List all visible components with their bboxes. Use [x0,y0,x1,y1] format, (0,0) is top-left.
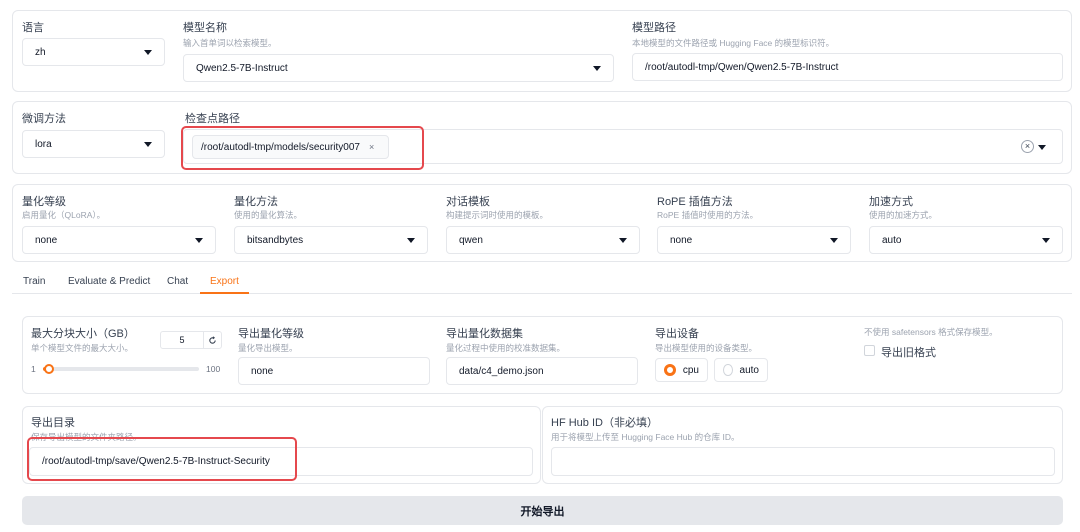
device-option-auto: auto [739,364,759,376]
quant-method-dropdown[interactable]: bitsandbytes [234,226,428,254]
shard-size-number[interactable]: 5 [160,331,222,349]
quant-method-hint: 使用的量化算法。 [234,210,303,220]
chevron-down-icon [144,49,152,55]
export-legacy-hint: 不使用 safetensors 格式保存模型。 [864,327,998,337]
quant-bit-label: 量化等级 [22,196,66,208]
export-legacy-label: 导出旧格式 [881,347,936,359]
booster-dropdown[interactable]: auto [869,226,1063,254]
finetune-label: 微调方法 [22,113,66,125]
template-value: qwen [459,234,483,246]
quant-method-label: 量化方法 [234,196,278,208]
shard-size-max: 100 [206,364,221,374]
model-path-hint: 本地模型的文件路径或 Hugging Face 的模型标识符。 [632,38,835,48]
checkpoint-label: 检查点路径 [185,113,240,125]
tab-evaluate-predict[interactable]: Evaluate & Predict [68,276,150,287]
shard-size-min: 1 [31,364,36,374]
quant-bit-hint: 启用量化（QLoRA）。 [22,210,106,220]
template-hint: 构建提示词时使用的模板。 [446,210,549,220]
start-export-button[interactable]: 开始导出 [22,496,1063,525]
export-quant-dataset-hint: 量化过程中使用的校准数据集。 [446,343,566,353]
export-dir-label: 导出目录 [31,417,75,429]
model-name-value: Qwen2.5-7B-Instruct [196,62,288,74]
booster-label: 加速方式 [869,196,913,208]
shard-size-slider-track[interactable] [43,367,199,371]
export-device-label: 导出设备 [655,328,699,340]
checkpoint-highlight [181,126,424,170]
hub-id-label: HF Hub ID（非必填） [551,417,658,429]
clear-icon[interactable]: × [1021,140,1034,153]
chevron-down-icon [407,237,415,243]
rope-hint: RoPE 插值时使用的方法。 [657,210,759,220]
export-legacy-checkbox[interactable] [864,345,875,356]
chevron-down-icon [144,141,152,147]
tab-train[interactable]: Train [23,276,45,287]
shard-size-value: 5 [179,335,185,345]
language-dropdown[interactable]: zh [22,38,165,66]
export-quant-dataset-input[interactable]: data/c4_demo.json [446,357,638,385]
tab-export-underline [200,292,249,294]
chevron-down-icon [593,65,601,71]
model-name-hint: 输入首单词以检索模型。 [183,38,277,48]
rope-label: RoPE 插值方法 [657,196,733,208]
export-quant-dataset-label: 导出量化数据集 [446,328,523,340]
template-dropdown[interactable]: qwen [446,226,640,254]
reset-icon[interactable] [203,332,221,348]
export-quant-bit-input[interactable]: none [238,357,430,385]
quant-method-value: bitsandbytes [247,234,304,246]
language-label: 语言 [22,22,44,34]
model-path-label: 模型路径 [632,22,676,34]
hub-id-hint: 用于将模型上传至 Hugging Face Hub 的仓库 ID。 [551,432,740,442]
finetune-dropdown[interactable]: lora [22,130,165,158]
tab-chat[interactable]: Chat [167,276,188,287]
rope-value: none [670,234,693,246]
model-path-input[interactable]: /root/autodl-tmp/Qwen/Qwen2.5-7B-Instruc… [632,53,1063,81]
export-dir-highlight [27,437,297,481]
model-name-label: 模型名称 [183,22,227,34]
rope-dropdown[interactable]: none [657,226,851,254]
chevron-down-icon [195,237,203,243]
hub-id-input[interactable] [551,447,1055,476]
chevron-down-icon [1042,237,1050,243]
export-quant-bit-label: 导出量化等级 [238,328,304,340]
language-value: zh [35,46,46,58]
shard-size-label: 最大分块大小（GB） [31,328,135,340]
finetune-value: lora [35,138,52,150]
tab-bar-line [12,293,1072,294]
shard-size-hint: 单个模型文件的最大大小。 [31,343,134,353]
device-radio-auto[interactable]: auto [714,358,768,382]
export-device-hint: 导出模型使用的设备类型。 [655,343,758,353]
export-quant-bit-hint: 量化导出模型。 [238,343,298,353]
booster-value: auto [882,234,902,246]
template-label: 对话模板 [446,196,490,208]
radio-selected-icon [664,364,676,376]
chevron-down-icon [830,237,838,243]
tab-export[interactable]: Export [210,276,239,287]
booster-hint: 使用的加速方式。 [869,210,938,220]
radio-unselected-icon [723,364,733,376]
quant-bit-value: none [35,234,58,246]
model-name-dropdown[interactable]: Qwen2.5-7B-Instruct [183,54,614,82]
device-radio-cpu[interactable]: cpu [655,358,708,382]
chevron-down-icon[interactable] [1038,145,1046,150]
start-export-label: 开始导出 [520,505,565,518]
device-option-cpu: cpu [682,364,699,376]
clear-icon-glyph: × [1024,141,1031,151]
chevron-down-icon [619,237,627,243]
quant-bit-dropdown[interactable]: none [22,226,216,254]
